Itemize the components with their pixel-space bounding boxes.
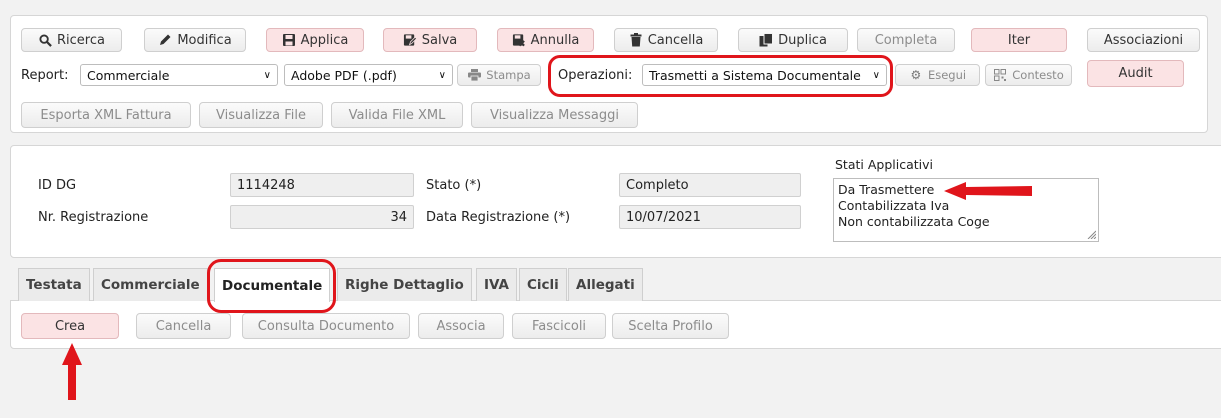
arrow-left-annotation	[944, 182, 1032, 200]
chevron-down-icon: ∨	[263, 69, 271, 81]
qr-icon	[993, 68, 1007, 82]
trash-icon	[629, 33, 643, 47]
scelta-profilo-label: Scelta Profilo	[628, 318, 713, 334]
consulta-documento-label: Consulta Documento	[257, 318, 395, 334]
salva-button[interactable]: Salva	[383, 28, 477, 52]
report-label: Report:	[21, 68, 69, 83]
tab-documentale[interactable]: Documentale	[214, 268, 331, 302]
visualizza-messaggi-label: Visualizza Messaggi	[489, 107, 619, 123]
esporta-xml-button[interactable]: Esporta XML Fattura	[21, 102, 191, 128]
completa-label: Completa	[874, 32, 938, 48]
stato-item[interactable]: Non contabilizzata Coge	[838, 214, 1094, 230]
ricerca-button[interactable]: Ricerca	[21, 28, 122, 52]
nr-registrazione-label: Nr. Registrazione	[38, 210, 149, 225]
operazioni-label: Operazioni:	[558, 68, 633, 83]
visualizza-file-button[interactable]: Visualizza File	[199, 102, 323, 128]
id-dg-label: ID DG	[38, 178, 77, 193]
gear-icon: ⚙	[910, 68, 922, 82]
modifica-button[interactable]: Modifica	[144, 28, 246, 52]
associazioni-button[interactable]: Associazioni	[1087, 28, 1200, 52]
cancella-doc-label: Cancella	[155, 318, 212, 334]
save-icon	[282, 33, 296, 47]
completa-button[interactable]: Completa	[857, 28, 955, 52]
associa-label: Associa	[436, 318, 486, 334]
modifica-label: Modifica	[177, 32, 232, 48]
stampa-label: Stampa	[486, 68, 531, 82]
visualizza-messaggi-button[interactable]: Visualizza Messaggi	[471, 102, 638, 128]
cancella-button[interactable]: Cancella	[614, 28, 718, 52]
duplica-button[interactable]: Duplica	[738, 28, 848, 52]
nr-registrazione-value: 34	[390, 209, 407, 225]
cancella-label: Cancella	[647, 32, 704, 48]
applica-label: Applica	[300, 32, 349, 48]
resize-handle-icon[interactable]	[1086, 229, 1096, 239]
contesto-button[interactable]: Contesto	[985, 64, 1072, 86]
operazioni-select[interactable]: Trasmetti a Sistema Documentale ∨	[642, 64, 887, 86]
arrow-up-annotation	[62, 343, 82, 400]
tab-commerciale[interactable]: Commerciale	[93, 268, 208, 301]
audit-label: Audit	[1118, 66, 1153, 81]
duplica-label: Duplica	[778, 32, 827, 48]
duplicate-icon	[759, 33, 774, 47]
stato-label: Stato (*)	[426, 178, 482, 193]
valida-xml-label: Valida File XML	[348, 107, 446, 123]
id-dg-field: 1114248	[230, 173, 414, 197]
fascicoli-label: Fascicoli	[531, 318, 587, 334]
data-registrazione-field[interactable]: 10/07/2021	[619, 205, 801, 229]
contesto-label: Contesto	[1012, 68, 1064, 82]
esegui-label: Esegui	[927, 68, 967, 82]
operazioni-select-value: Trasmetti a Sistema Documentale	[649, 67, 861, 83]
data-registrazione-label: Data Registrazione (*)	[426, 210, 571, 225]
valida-xml-button[interactable]: Valida File XML	[331, 102, 463, 128]
visualizza-file-label: Visualizza File	[216, 107, 306, 123]
associa-button[interactable]: Associa	[418, 313, 504, 339]
crea-label: Crea	[54, 318, 86, 334]
scelta-profilo-button[interactable]: Scelta Profilo	[612, 313, 729, 339]
tab-cicli[interactable]: Cicli	[519, 268, 567, 301]
audit-button[interactable]: Audit	[1087, 60, 1184, 87]
ricerca-label: Ricerca	[57, 32, 105, 48]
esporta-xml-label: Esporta XML Fattura	[40, 107, 172, 123]
tab-iva[interactable]: IVA	[476, 268, 518, 301]
cancel-icon	[512, 33, 526, 47]
chevron-down-icon: ∨	[438, 69, 446, 81]
annulla-label: Annulla	[530, 32, 580, 48]
format-select-value: Adobe PDF (.pdf)	[291, 67, 397, 83]
nr-registrazione-field: 34	[230, 205, 414, 229]
tab-testata[interactable]: Testata	[18, 268, 90, 301]
esegui-button[interactable]: ⚙ Esegui	[895, 64, 980, 86]
search-icon	[38, 33, 52, 47]
cancella-doc-button[interactable]: Cancella	[136, 313, 231, 339]
format-select[interactable]: Adobe PDF (.pdf) ∨	[284, 64, 453, 86]
stampa-button[interactable]: Stampa	[457, 64, 541, 86]
consulta-documento-button[interactable]: Consulta Documento	[242, 313, 410, 339]
save-pen-icon	[403, 33, 417, 47]
report-select[interactable]: Commerciale ∨	[80, 64, 278, 86]
crea-button[interactable]: Crea	[21, 313, 119, 339]
applica-button[interactable]: Applica	[266, 28, 364, 52]
chevron-down-icon: ∨	[872, 69, 880, 81]
print-icon	[467, 68, 481, 82]
iter-label: Iter	[1007, 32, 1031, 48]
salva-label: Salva	[421, 32, 458, 48]
pencil-icon	[158, 33, 172, 47]
fascicoli-button[interactable]: Fascicoli	[512, 313, 606, 339]
iter-button[interactable]: Iter	[971, 28, 1067, 52]
annulla-button[interactable]: Annulla	[497, 28, 594, 52]
tab-righe-dettaglio[interactable]: Righe Dettaglio	[337, 268, 472, 301]
associazioni-label: Associazioni	[1103, 32, 1184, 48]
stati-applicativi-label: Stati Applicativi	[835, 157, 933, 172]
tab-allegati[interactable]: Allegati	[568, 268, 643, 301]
report-select-value: Commerciale	[87, 67, 170, 83]
stato-field[interactable]: Completo	[619, 173, 801, 197]
